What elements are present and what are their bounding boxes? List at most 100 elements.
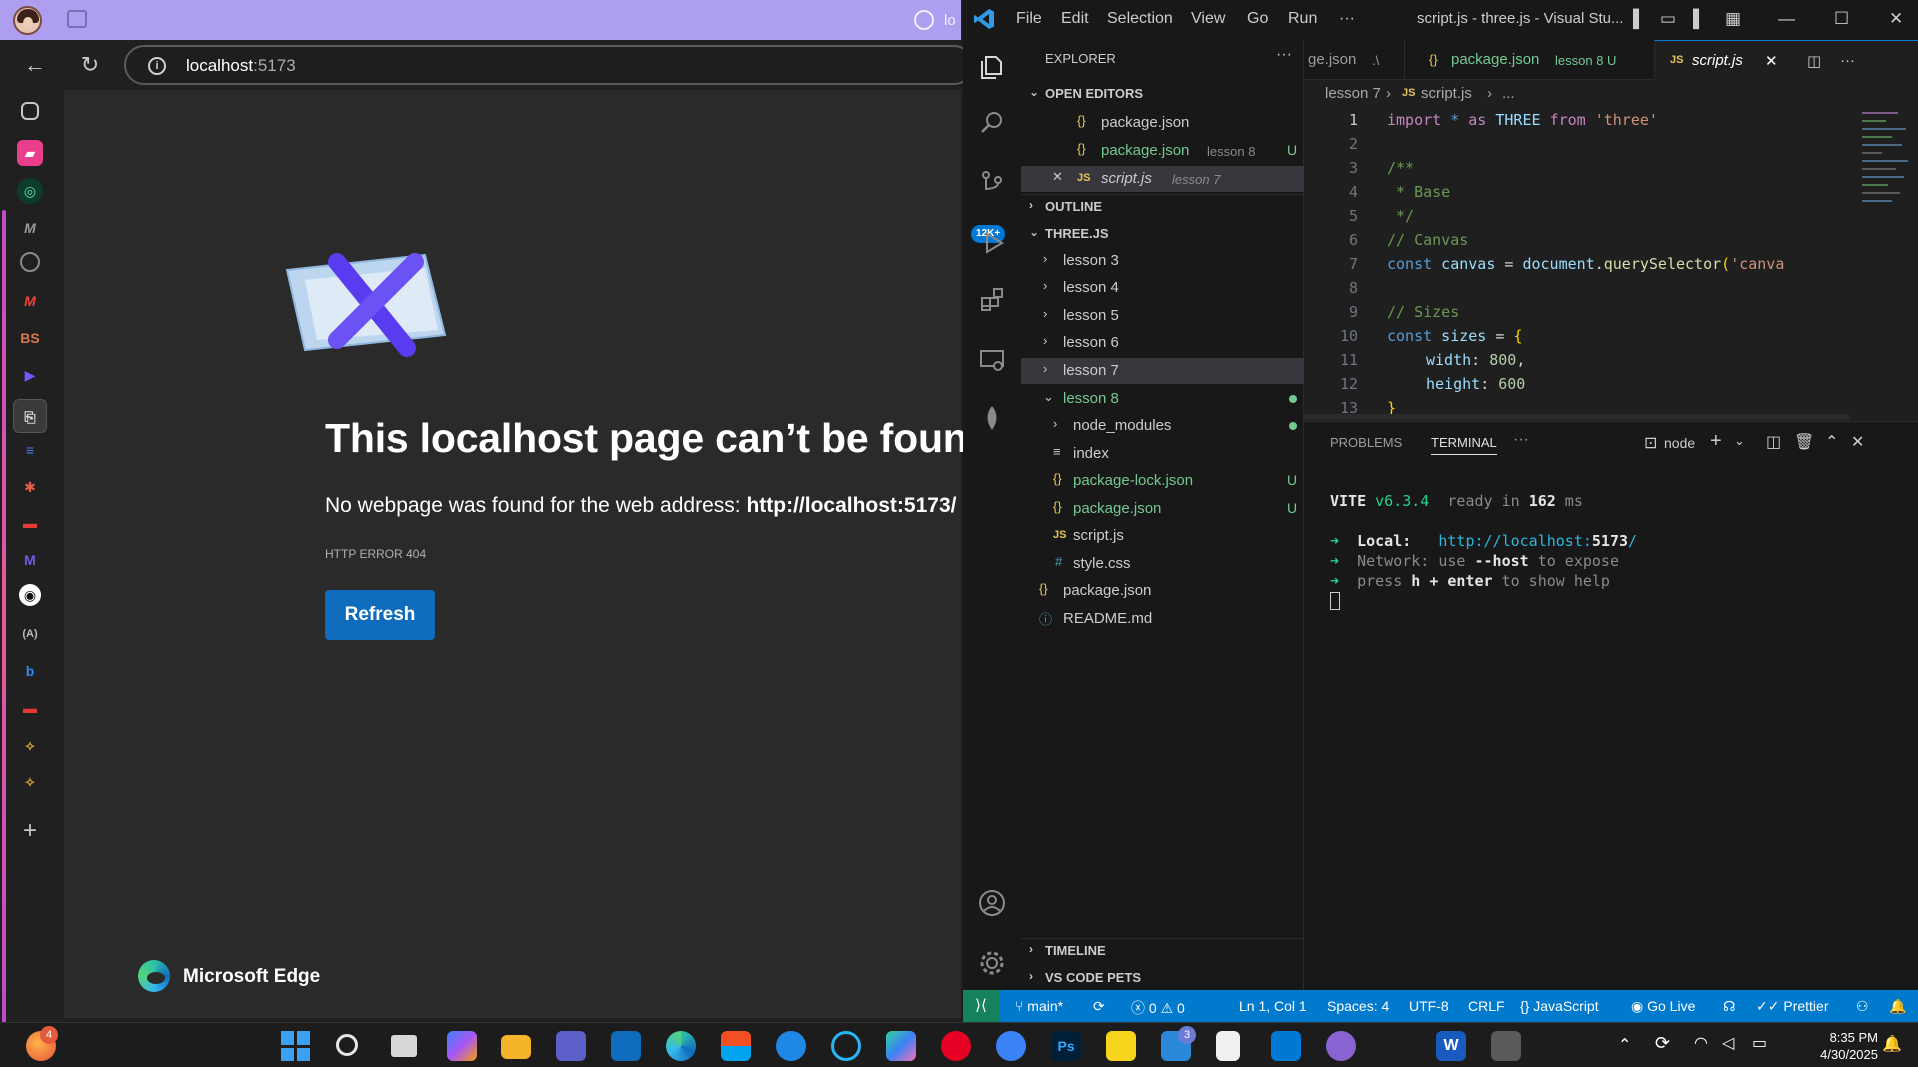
section-outline[interactable]: › OUTLINE [1021, 194, 1304, 218]
play-app-icon[interactable]: ▶ [17, 362, 43, 388]
menu-view[interactable]: View [1191, 10, 1225, 28]
leaf-icon[interactable] [977, 403, 1007, 433]
bing-icon[interactable]: b [17, 658, 43, 684]
profile-avatar[interactable] [13, 6, 42, 35]
terminal-output[interactable]: VITE v6.3.4 ready in 162 ms ➜ Local: htt… [1330, 492, 1637, 618]
tab-actions-icon[interactable] [21, 102, 39, 120]
menu-file[interactable]: File [1016, 10, 1042, 28]
open-editor-item-active[interactable]: ✕ JS script.js lesson 7 [1021, 166, 1304, 192]
notification-center-icon[interactable]: 🔔 [1882, 1034, 1902, 1054]
tree-file[interactable]: ⓘ README.md [1021, 606, 1304, 632]
tab-ge-json[interactable]: ge.json .\ [1304, 40, 1404, 80]
youtube-icon-2[interactable]: ▬ [17, 695, 43, 721]
add-sidebar-icon[interactable]: + [17, 818, 43, 844]
breadcrumb-symbol[interactable]: ... [1502, 85, 1515, 102]
minimize-icon[interactable]: — [1778, 9, 1795, 29]
app-icon-gold[interactable]: ⟡ [17, 732, 43, 758]
status-problems[interactable]: ⓧ 0 ⚠ 0 [1131, 998, 1185, 1018]
menu-more[interactable]: ··· [1339, 10, 1355, 28]
address-bar[interactable]: i localhost:5173 [124, 45, 974, 85]
a-app-icon[interactable]: (A) [17, 621, 43, 647]
tree-folder[interactable]: › lesson 4 [1021, 275, 1304, 301]
account-icon[interactable] [977, 888, 1007, 918]
calculator-icon[interactable] [1491, 1031, 1521, 1061]
word-icon[interactable]: W [1436, 1031, 1466, 1061]
terminal-dropdown-icon[interactable]: ⌄ [1734, 433, 1745, 449]
split-editor-icon[interactable]: ◫ [1807, 52, 1821, 70]
tray-sync-icon[interactable]: ⟳ [1655, 1033, 1670, 1054]
extensions-icon[interactable] [977, 285, 1007, 315]
section-timeline[interactable]: › TIMELINE [1021, 938, 1304, 962]
task-view-icon[interactable] [391, 1035, 417, 1057]
editor-more-icon[interactable]: ··· [1840, 52, 1855, 69]
toggle-panel-icon[interactable]: ▭ [1660, 9, 1676, 29]
horizontal-scrollbar[interactable] [1304, 414, 1849, 420]
app-blue-icon[interactable] [776, 1031, 806, 1061]
split-terminal-icon[interactable]: ◫ [1766, 432, 1781, 452]
menu-go[interactable]: Go [1247, 10, 1268, 28]
tab-title[interactable]: lo [944, 12, 956, 29]
notepad-icon[interactable] [1216, 1031, 1240, 1061]
settings-gear-icon[interactable] [977, 948, 1007, 978]
back-arrow-icon[interactable]: ← [20, 50, 50, 80]
photoshop-icon[interactable]: Ps [1051, 1031, 1081, 1061]
tree-folder[interactable]: › node_modules [1021, 413, 1304, 439]
outlook-icon[interactable] [611, 1031, 641, 1061]
breadcrumb-file[interactable]: script.js [1421, 85, 1472, 102]
close-tab-icon[interactable]: ✕ [1765, 52, 1778, 70]
tree-file[interactable]: JS script.js [1021, 523, 1304, 549]
chatgpt-icon[interactable]: ◎ [17, 178, 43, 204]
tray-chevron-icon[interactable]: ⌃ [1618, 1035, 1631, 1055]
refresh-button[interactable]: Refresh [325, 590, 435, 640]
tree-file[interactable]: ≡ index [1021, 441, 1304, 467]
asterisk-icon[interactable]: ✱ [17, 474, 43, 500]
globe-icon[interactable] [20, 252, 40, 272]
search-icon[interactable] [977, 108, 1007, 138]
terminal-shell-name[interactable]: node [1664, 435, 1695, 451]
edge-icon[interactable] [666, 1031, 696, 1061]
vscode-taskbar-icon[interactable] [1271, 1031, 1301, 1061]
section-open-editors[interactable]: ⌄ OPEN EDITORS [1021, 82, 1304, 106]
tree-file[interactable]: {} package.json U [1021, 496, 1304, 522]
clock[interactable]: 8:35 PM 4/30/2025 [1788, 1029, 1878, 1063]
tree-file[interactable]: # style.css [1021, 551, 1304, 577]
gmail-icon[interactable]: M [17, 288, 43, 314]
search-icon[interactable] [336, 1034, 358, 1056]
status-language[interactable]: {} JavaScript [1520, 998, 1599, 1014]
notifications-bell-icon[interactable]: 🔔 [1889, 998, 1906, 1015]
alexa-icon[interactable] [831, 1031, 861, 1061]
new-terminal-icon[interactable]: + [1710, 430, 1722, 453]
copilot-icon[interactable] [447, 1031, 477, 1061]
app-icon-pink[interactable]: ▰ [17, 140, 43, 166]
open-editor-item[interactable]: {} package.json lesson 8U [1021, 138, 1304, 164]
wifi-icon[interactable]: ◠ [1694, 1033, 1708, 1053]
m-app-icon[interactable]: M [17, 547, 43, 573]
status-copilot-icon[interactable]: ☊ [1723, 998, 1735, 1015]
close-icon[interactable]: ✕ [1889, 9, 1903, 29]
m365-icon[interactable] [886, 1031, 916, 1061]
source-control-icon[interactable] [977, 168, 1007, 198]
tab-problems[interactable]: PROBLEMS [1330, 435, 1402, 450]
close-editor-icon[interactable]: ✕ [1052, 169, 1063, 185]
tab-terminal[interactable]: TERMINAL [1431, 435, 1497, 455]
tree-folder[interactable]: › lesson 6 [1021, 330, 1304, 356]
file-explorer-icon[interactable] [501, 1035, 531, 1059]
panel-more-icon[interactable]: ··· [1513, 431, 1529, 449]
breadcrumb-folder[interactable]: lesson 7 [1325, 85, 1381, 102]
tree-file[interactable]: {} package.json [1021, 578, 1304, 604]
workspaces-icon[interactable] [67, 10, 87, 28]
menu-edit[interactable]: Edit [1061, 10, 1089, 28]
status-golive[interactable]: ◉ Go Live [1631, 998, 1695, 1015]
remote-indicator-icon[interactable]: ⟩⟨ [963, 990, 999, 1022]
maximize-panel-icon[interactable]: ⌃ [1825, 432, 1838, 452]
github-icon[interactable]: ◉ [19, 584, 41, 606]
teams-icon[interactable] [556, 1031, 586, 1061]
pinterest-icon[interactable] [941, 1031, 971, 1061]
toggle-sidebar-icon[interactable]: ▌ [1633, 9, 1645, 29]
kill-terminal-icon[interactable]: 🗑 [1794, 432, 1814, 452]
status-encoding[interactable]: UTF-8 [1409, 998, 1449, 1014]
github-desktop-icon[interactable] [1326, 1031, 1356, 1061]
bs-icon[interactable]: BS [17, 325, 43, 351]
tree-folder-open[interactable]: ⌄ lesson 8 [1021, 386, 1304, 412]
tab-script-js[interactable]: JS script.js ✕ ◫ ··· [1654, 40, 1918, 80]
